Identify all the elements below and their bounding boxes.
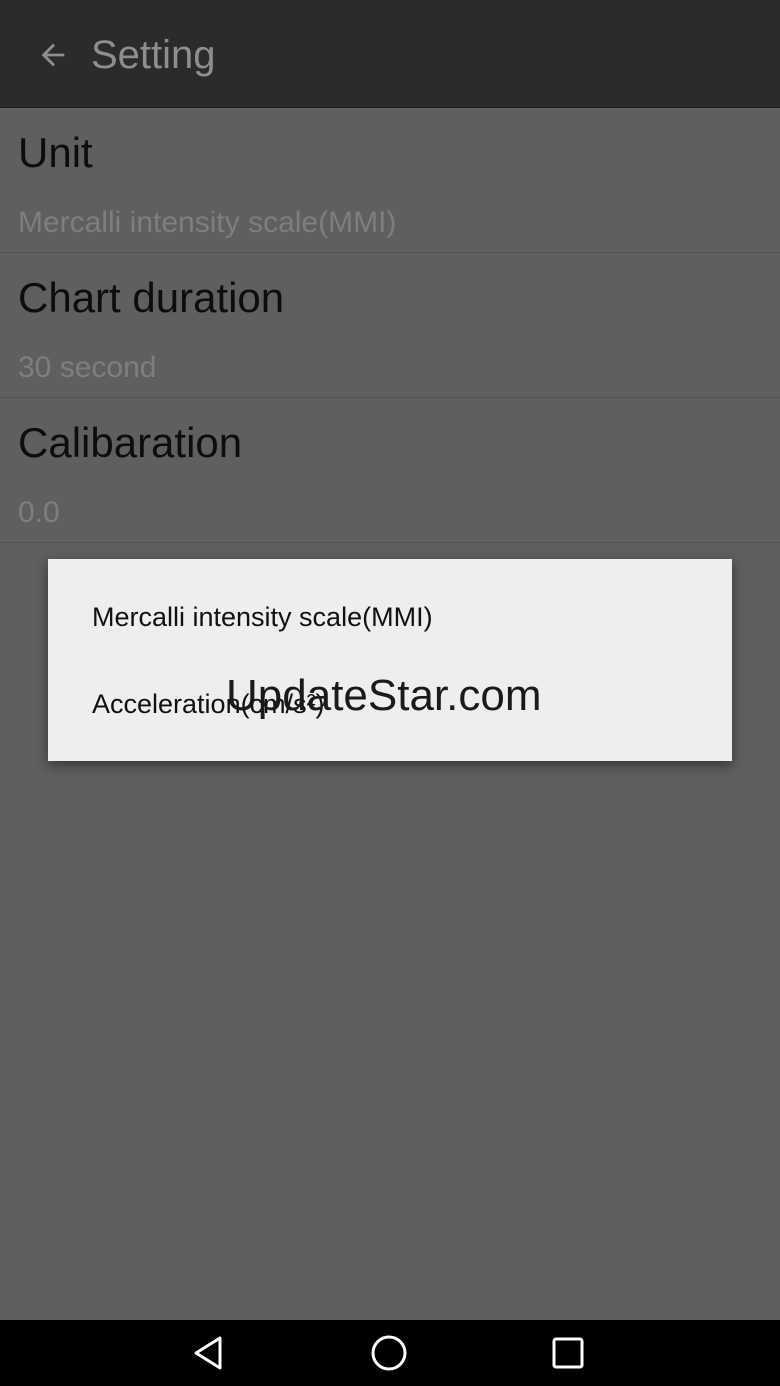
square-recents-icon: [552, 1337, 584, 1369]
preference-chart-duration[interactable]: Chart duration 30 second: [0, 253, 780, 398]
preference-summary: 30 second: [18, 351, 157, 384]
preference-title: Unit: [18, 129, 93, 176]
option-acceleration[interactable]: Acceleration(cm/s²): [92, 674, 692, 734]
system-navigation-bar: [0, 1320, 780, 1386]
nav-back-button[interactable]: [180, 1328, 240, 1378]
preference-title: Chart duration: [18, 274, 285, 321]
nav-recents-button[interactable]: [538, 1328, 598, 1378]
preference-title: Calibaration: [18, 419, 243, 466]
preference-summary: Mercalli intensity scale(MMI): [18, 206, 397, 239]
nav-home-button[interactable]: [359, 1328, 419, 1378]
unit-selection-dialog: Mercalli intensity scale(MMI) Accelerati…: [48, 559, 732, 761]
app-toolbar: Setting: [0, 0, 780, 108]
back-button[interactable]: [30, 32, 76, 78]
page-title: Setting: [91, 33, 216, 77]
option-mercalli[interactable]: Mercalli intensity scale(MMI): [92, 587, 692, 647]
circle-home-icon: [371, 1335, 407, 1371]
arrow-left-icon: [41, 43, 65, 67]
triangle-back-icon: [194, 1336, 222, 1370]
preference-unit[interactable]: Unit Mercalli intensity scale(MMI): [0, 108, 780, 253]
preference-summary: 0.0: [18, 496, 60, 529]
preference-calibration[interactable]: Calibaration 0.0: [0, 398, 780, 543]
